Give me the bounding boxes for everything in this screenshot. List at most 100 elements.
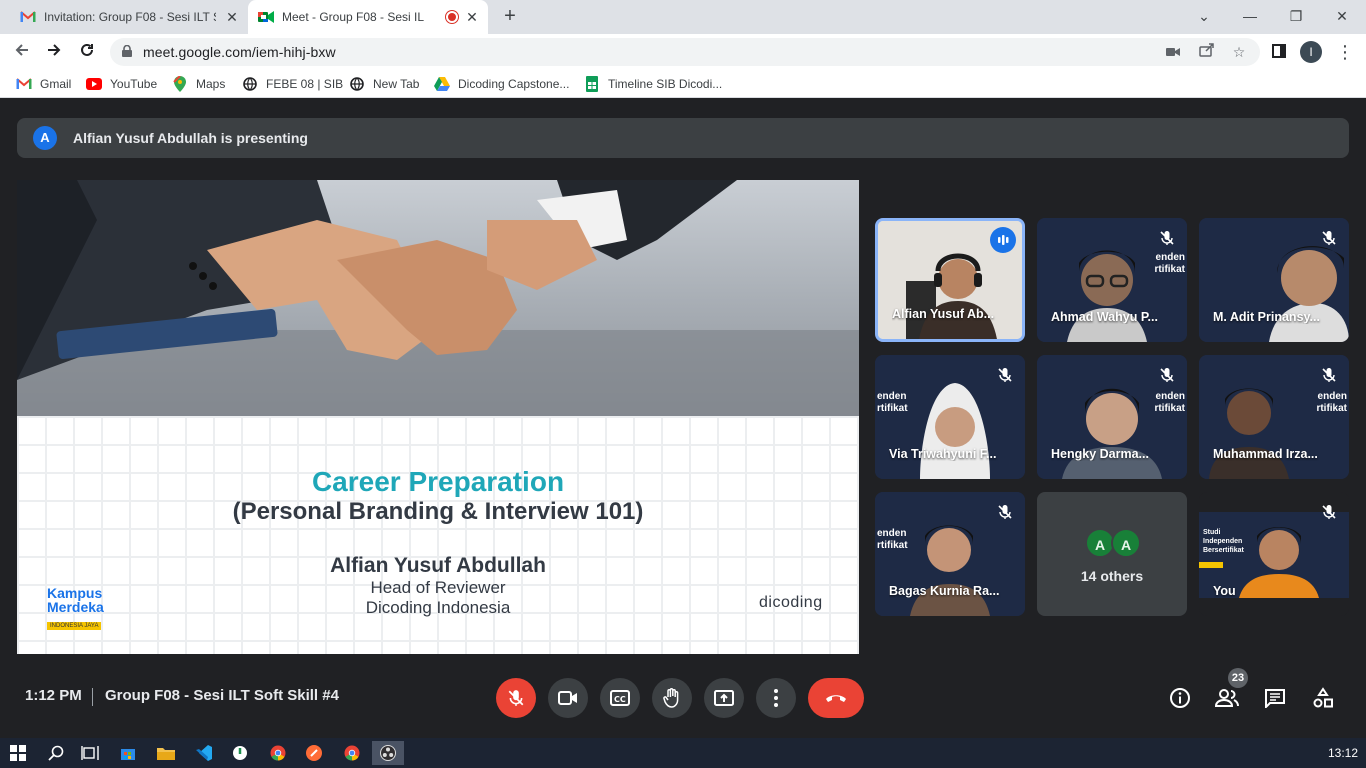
store-icon[interactable] xyxy=(112,741,144,765)
other-avatar: A xyxy=(1111,528,1141,558)
bookmark-timeline[interactable]: Timeline SIB Dicodi... xyxy=(584,75,722,93)
info-icon xyxy=(1170,688,1190,708)
vscode-icon[interactable] xyxy=(188,741,220,765)
lock-icon[interactable] xyxy=(122,45,132,57)
handshake-photo xyxy=(17,180,859,416)
tab-search-icon[interactable]: ⌄ xyxy=(1182,4,1226,28)
present-now-button[interactable] xyxy=(704,678,744,718)
reload-button[interactable] xyxy=(75,40,99,64)
windows-start-icon[interactable] xyxy=(2,741,34,765)
sheets-icon xyxy=(584,76,600,92)
side-panel-icon[interactable] xyxy=(1272,44,1286,58)
gmail-icon xyxy=(20,9,36,25)
participant-tile[interactable]: enden rtifikat Via Triwahyuni F... xyxy=(875,355,1025,479)
bg-line: rtifikat xyxy=(877,540,908,551)
activities-button[interactable] xyxy=(1311,686,1335,710)
close-tab-icon[interactable]: ✕ xyxy=(224,9,240,25)
mic-off-icon xyxy=(998,505,1012,519)
participant-tile[interactable]: enden rtifikat Muhammad Irza... xyxy=(1199,355,1349,479)
chrome-icon[interactable] xyxy=(262,741,294,765)
meet-window: A Alfian Yusuf Abdullah is presenting Ca… xyxy=(0,102,1366,738)
more-options-button[interactable] xyxy=(756,678,796,718)
mic-off-icon xyxy=(1322,231,1336,245)
people-button[interactable] xyxy=(1215,686,1239,710)
task-view-icon[interactable] xyxy=(74,741,106,765)
participant-tile[interactable]: M. Adit Prinansy... xyxy=(1199,218,1349,342)
tab-invitation[interactable]: Invitation: Group F08 - Sesi ILT So ✕ xyxy=(10,0,248,34)
more-vert-icon xyxy=(774,689,778,707)
camera-toggle-button[interactable] xyxy=(548,678,588,718)
presenting-banner[interactable]: A Alfian Yusuf Abdullah is presenting xyxy=(17,118,1349,158)
bg-line: enden xyxy=(877,391,907,402)
participant-name: Ahmad Wahyu P... xyxy=(1051,310,1158,324)
participant-name: Via Triwahyuni F... xyxy=(889,447,997,461)
postman-icon[interactable] xyxy=(298,741,330,765)
mic-off-icon xyxy=(1322,505,1336,519)
bookmark-star-icon[interactable]: ☆ xyxy=(1230,43,1248,61)
logo-line-2: Merdeka xyxy=(47,599,104,615)
new-tab-button[interactable]: + xyxy=(498,5,522,29)
meeting-title: Group F08 - Sesi ILT Soft Skill #4 xyxy=(105,687,339,704)
forward-button[interactable] xyxy=(42,40,66,64)
presenter-avatar: A xyxy=(33,126,57,150)
app-icon[interactable] xyxy=(224,741,256,765)
share-icon[interactable] xyxy=(1198,43,1216,61)
hand-icon xyxy=(663,688,679,708)
search-icon[interactable] xyxy=(40,741,72,765)
participant-tile[interactable]: Alfian Yusuf Ab... xyxy=(875,218,1025,342)
youtube-icon xyxy=(86,76,102,92)
bookmark-febe[interactable]: FEBE 08 | SIB xyxy=(242,75,343,93)
bookmark-youtube[interactable]: YouTube xyxy=(86,75,157,93)
bookmark-dicoding-capstone[interactable]: Dicoding Capstone... xyxy=(434,75,569,93)
bookmark-new-tab[interactable]: New Tab xyxy=(349,75,419,93)
slide-speaker-role: Head of Reviewer xyxy=(370,578,506,597)
address-bar[interactable]: meet.google.com/iem-hihj-bxw ☆ xyxy=(110,38,1260,66)
drive-icon xyxy=(434,76,450,92)
chat-button[interactable] xyxy=(1263,686,1287,710)
participant-tile[interactable]: enden rtifikat Ahmad Wahyu P... xyxy=(1037,218,1187,342)
close-tab-icon[interactable]: ✕ xyxy=(464,9,480,25)
captions-button[interactable]: CC xyxy=(600,678,640,718)
bookmark-label: New Tab xyxy=(373,77,420,91)
mic-toggle-button[interactable] xyxy=(496,678,536,718)
speaking-indicator-icon xyxy=(990,227,1016,253)
back-button[interactable] xyxy=(10,40,34,64)
logo-line-3: INDONESIA JAYA xyxy=(47,622,102,630)
mic-off-icon xyxy=(508,690,524,706)
meeting-details-button[interactable] xyxy=(1168,686,1192,710)
restore-button[interactable]: ❐ xyxy=(1274,4,1318,28)
minimize-button[interactable]: — xyxy=(1228,4,1272,28)
others-tile[interactable]: A A 14 others xyxy=(1037,492,1187,616)
participant-name: Bagas Kurnia Ra... xyxy=(889,584,1000,598)
windows-taskbar: 13:12 xyxy=(0,738,1366,768)
close-window-button[interactable]: ✕ xyxy=(1320,4,1364,28)
bg-line: rtifikat xyxy=(1154,403,1185,414)
raise-hand-button[interactable] xyxy=(652,678,692,718)
bookmark-label: FEBE 08 | SIB xyxy=(266,77,344,91)
self-tile[interactable]: Studi Independen Bersertifikat You xyxy=(1199,492,1349,616)
profile-avatar[interactable]: I xyxy=(1300,41,1322,63)
bookmark-label: YouTube xyxy=(110,77,158,91)
meeting-time: 1:12 PM xyxy=(25,687,82,704)
bookmark-maps[interactable]: Maps xyxy=(172,75,225,93)
obs-icon[interactable] xyxy=(372,741,404,765)
present-icon xyxy=(714,690,734,706)
bookmark-gmail[interactable]: Gmail xyxy=(16,75,71,93)
chat-icon xyxy=(1265,689,1285,708)
file-explorer-icon[interactable] xyxy=(150,741,182,765)
url-text: meet.google.com/iem-hihj-bxw xyxy=(143,44,336,60)
slide-grid-background xyxy=(17,416,859,654)
participant-tile[interactable]: enden rtifikat Bagas Kurnia Ra... xyxy=(875,492,1025,616)
leave-call-button[interactable] xyxy=(808,678,864,718)
browser-tab-strip: Invitation: Group F08 - Sesi ILT So ✕ Me… xyxy=(0,0,1366,34)
background-text: enden rtifikat xyxy=(877,391,908,415)
logo-line-1: Kampus xyxy=(47,585,103,601)
chrome-menu-icon[interactable]: ⋮ xyxy=(1336,40,1354,64)
background-text: enden rtifikat xyxy=(1154,391,1185,415)
camera-icon[interactable] xyxy=(1164,43,1182,61)
chrome-icon[interactable] xyxy=(336,741,368,765)
participant-tile[interactable]: enden rtifikat Hengky Darma... xyxy=(1037,355,1187,479)
svg-text:CC: CC xyxy=(614,695,626,704)
bg-line: enden xyxy=(1155,391,1185,402)
tab-meet[interactable]: Meet - Group F08 - Sesi IL ✕ xyxy=(248,0,488,34)
